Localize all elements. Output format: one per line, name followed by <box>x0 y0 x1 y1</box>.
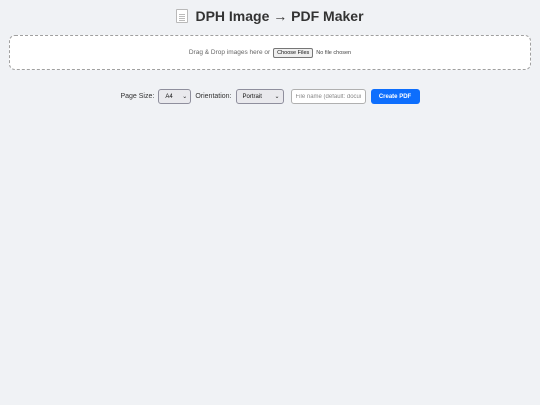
create-pdf-button[interactable]: Create PDF <box>370 89 420 104</box>
drop-zone[interactable]: Drag & Drop images here or Choose Files … <box>9 35 531 70</box>
orientation-value: Portrait <box>242 93 262 100</box>
file-name-input[interactable] <box>290 89 366 104</box>
page-size-select[interactable]: A4 ⌄ <box>158 89 192 104</box>
choose-files-button[interactable]: Choose Files <box>273 47 314 58</box>
page-size-label: Page Size: <box>120 93 155 100</box>
chevron-down-icon: ⌄ <box>274 94 280 100</box>
page-size-value: A4 <box>165 93 173 100</box>
drop-zone-text: Drag & Drop images here or <box>188 49 271 56</box>
chevron-down-icon: ⌄ <box>182 94 188 100</box>
options-bar: Page Size: A4 ⌄ Orientation: Portrait ⌄ … <box>0 89 540 104</box>
orientation-label: Orientation: <box>195 93 232 100</box>
page-title: DPH Image → PDF Maker <box>0 8 540 24</box>
page-title-text: DPH Image → PDF Maker <box>195 8 364 24</box>
orientation-select[interactable]: Portrait ⌄ <box>235 89 284 104</box>
file-status: No file chosen <box>316 49 352 56</box>
document-icon <box>176 9 189 23</box>
